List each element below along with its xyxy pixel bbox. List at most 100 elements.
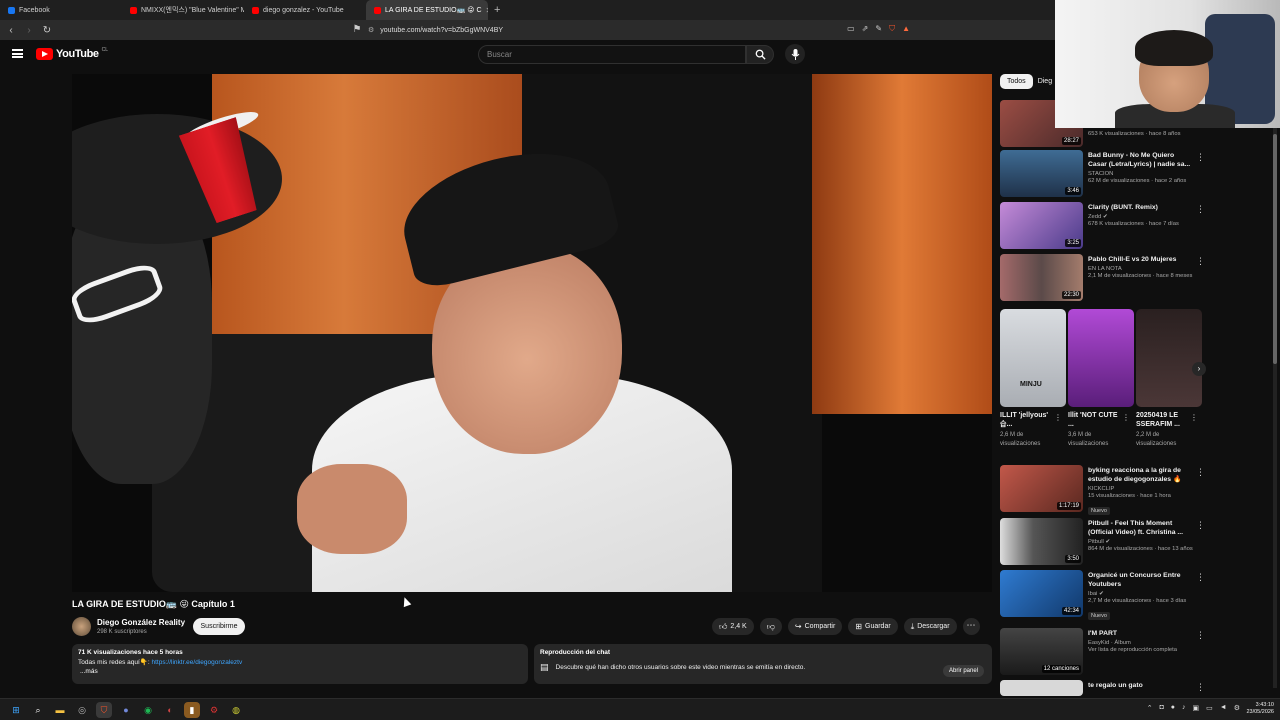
more-options-icon[interactable]: ⋮ <box>1196 204 1205 215</box>
more-options-icon[interactable]: ⋮ <box>1196 152 1205 163</box>
forward-icon[interactable]: › <box>22 25 36 36</box>
settings-icon[interactable]: ⚙ <box>1234 704 1240 712</box>
like-button[interactable]: 👍︎ 2,4 K <box>712 618 754 635</box>
extensions-icon[interactable]: ✎ <box>875 24 882 34</box>
open-panel-button[interactable]: Abrir panel <box>942 665 984 677</box>
video-thumbnail[interactable]: 22:30 <box>1000 254 1083 301</box>
tray-app-icon[interactable]: ▣ <box>1193 704 1200 712</box>
short-thumbnail[interactable] <box>1136 309 1202 407</box>
video-thumbnail[interactable]: 3:46 <box>1000 150 1083 197</box>
more-options-icon[interactable]: ⋮ <box>1196 682 1205 693</box>
tray-chevron-icon[interactable]: ⌃ <box>1147 704 1153 712</box>
app-icon[interactable]: ◍ <box>228 702 244 718</box>
search-icon[interactable]: ⌕ <box>30 702 46 718</box>
app-icon[interactable]: ⚙ <box>206 702 222 718</box>
video-player[interactable] <box>72 74 992 592</box>
recommendation-item[interactable]: 22:30 Pablo Chill-E vs 20 Mujeres EN LA … <box>1000 254 1205 302</box>
short-item[interactable]: 20250419 LE SSERAFIM ... 2,2 M de visual… <box>1136 309 1202 457</box>
chip-todos[interactable]: Todos <box>1000 74 1033 89</box>
recommendation-item[interactable]: 3:46 Bad Bunny - No Me Quiero Casar (Let… <box>1000 150 1205 198</box>
app-icon[interactable]: ▮ <box>184 702 200 718</box>
search-button[interactable] <box>746 45 774 64</box>
microphone-icon[interactable]: ♪ <box>1182 704 1186 712</box>
more-options-icon[interactable]: ⋮ <box>1196 467 1205 478</box>
reload-icon[interactable]: ↻ <box>40 25 54 36</box>
obs-icon[interactable]: ◐ <box>162 702 178 718</box>
menu-icon[interactable] <box>12 49 23 58</box>
url-field[interactable]: ⚙ youtube.com/watch?v=bZbGgWNV4BY <box>368 23 908 37</box>
channel-name[interactable]: Pitbull ✔ <box>1088 539 1193 545</box>
view-playlist-link[interactable]: Ver lista de reproducción completa <box>1088 647 1193 653</box>
save-button[interactable]: ⊞ Guardar <box>848 618 898 635</box>
short-item[interactable]: MINJU ILLIT 'jellyous' 습... 2,6 M de vis… <box>1000 309 1066 457</box>
linktree-link[interactable]: https://linktr.ee/diegogonzaleztv <box>152 659 243 666</box>
scrollbar-thumb[interactable] <box>1273 134 1277 364</box>
more-actions-button[interactable]: ⋯ <box>962 618 980 635</box>
video-thumbnail[interactable]: 3:50 <box>1000 518 1083 565</box>
shorts-next-button[interactable]: › <box>1192 362 1206 376</box>
short-thumbnail[interactable]: MINJU <box>1000 309 1066 407</box>
more-options-icon[interactable]: ⋮ <box>1122 413 1130 422</box>
more-options-icon[interactable]: ⋮ <box>1196 572 1205 583</box>
cast-icon[interactable]: ▭ <box>847 24 855 34</box>
channel-name[interactable]: Diego González Reality <box>97 618 185 627</box>
tray-app-icon[interactable]: ◘ <box>1160 704 1164 712</box>
page-scrollbar[interactable] <box>1273 128 1277 688</box>
more-options-icon[interactable]: ⋮ <box>1054 413 1062 422</box>
show-more-link[interactable]: ...más <box>78 668 522 675</box>
video-thumbnail[interactable]: 3:25 <box>1000 202 1083 249</box>
chrome-icon[interactable]: ◎ <box>74 702 90 718</box>
short-thumbnail[interactable] <box>1068 309 1134 407</box>
site-info-icon[interactable]: ⚙ <box>368 26 374 34</box>
voice-search-button[interactable] <box>785 44 805 64</box>
channel-name[interactable]: STACION <box>1088 171 1193 177</box>
more-options-icon[interactable]: ⋮ <box>1196 630 1205 641</box>
recommendation-item[interactable]: 1:17:19 byking reacciona a la gira de es… <box>1000 465 1205 515</box>
video-thumbnail[interactable]: 42:34 <box>1000 570 1083 617</box>
brave-rewards-icon[interactable]: ▲ <box>902 24 910 34</box>
recommendation-item[interactable]: 42:34 Organicé un Concurso Entre Youtube… <box>1000 570 1205 620</box>
more-options-icon[interactable]: ⋮ <box>1190 413 1198 422</box>
share-button[interactable]: ↪ Compartir <box>787 618 843 635</box>
recommendation-item[interactable]: 3:50 Pitbull - Feel This Moment (Officia… <box>1000 518 1205 566</box>
more-options-icon[interactable]: ⋮ <box>1196 520 1205 531</box>
tab-nmixx[interactable]: NMIXX(엔믹스) "Blue Valentine" M/V <box>122 0 244 20</box>
short-item[interactable]: Illit 'NOT CUTE ... 3,6 M de visualizaci… <box>1068 309 1134 457</box>
bookmark-icon[interactable]: ⚑ <box>350 24 364 35</box>
share-page-icon[interactable]: ⇗ <box>862 24 869 34</box>
volume-icon[interactable]: ◄ <box>1220 704 1227 712</box>
tab-diego-gonzalez[interactable]: diego gonzalez - YouTube <box>244 0 366 20</box>
new-tab-icon[interactable]: + <box>488 4 506 16</box>
brave-shield-icon[interactable]: ⛉ <box>889 24 895 34</box>
channel-name[interactable]: EasyKid · Álbum <box>1088 640 1193 646</box>
chip-diego[interactable]: Dieg <box>1038 74 1054 89</box>
dislike-button[interactable]: 👎︎ <box>759 618 782 635</box>
video-thumbnail[interactable]: 1:17:19 <box>1000 465 1083 512</box>
windows-start-icon[interactable]: ⊞ <box>8 702 24 718</box>
tray-app-icon[interactable]: ● <box>1171 704 1175 712</box>
brave-browser-icon[interactable]: ⛉ <box>96 702 112 718</box>
search-input[interactable]: Buscar <box>478 45 746 64</box>
channel-name[interactable]: Zedd ✔ <box>1088 214 1193 220</box>
discord-icon[interactable]: ● <box>118 702 134 718</box>
recommendation-item[interactable]: 3:25 Clarity (BUNT. Remix) Zedd ✔ 678 K … <box>1000 202 1205 250</box>
youtube-logo[interactable]: YouTube CL <box>36 47 108 60</box>
network-icon[interactable]: ▭ <box>1206 704 1213 712</box>
spotify-icon[interactable]: ◉ <box>140 702 156 718</box>
channel-name[interactable]: KICKCLIP <box>1088 486 1193 492</box>
playlist-thumbnail[interactable]: 12 canciones <box>1000 628 1083 675</box>
channel-avatar[interactable] <box>72 617 91 636</box>
channel-name[interactable]: EN LA NOTA <box>1088 266 1193 272</box>
description-box[interactable]: 71 K visualizaciones hace 5 horas Todas … <box>72 644 528 684</box>
back-icon[interactable]: ‹ <box>4 25 18 36</box>
tab-facebook[interactable]: Facebook <box>0 0 122 20</box>
download-button[interactable]: ⤓ Descargar <box>903 618 957 635</box>
channel-name[interactable]: Ibai ✔ <box>1088 591 1193 597</box>
video-thumbnail[interactable] <box>1000 680 1083 696</box>
recommendation-item[interactable]: te regalo un gato ⋮ <box>1000 680 1205 696</box>
subscribe-button[interactable]: Suscribirme <box>193 618 245 635</box>
taskbar-clock[interactable]: 3:43:10 23/05/2026 <box>1246 702 1274 716</box>
tab-la-gira-de-estudio[interactable]: LA GIRA DE ESTUDIO🚌 😜 C ✕ <box>366 0 488 20</box>
more-options-icon[interactable]: ⋮ <box>1196 256 1205 267</box>
playlist-item[interactable]: 12 canciones I'M PART EasyKid · Álbum Ve… <box>1000 628 1205 676</box>
